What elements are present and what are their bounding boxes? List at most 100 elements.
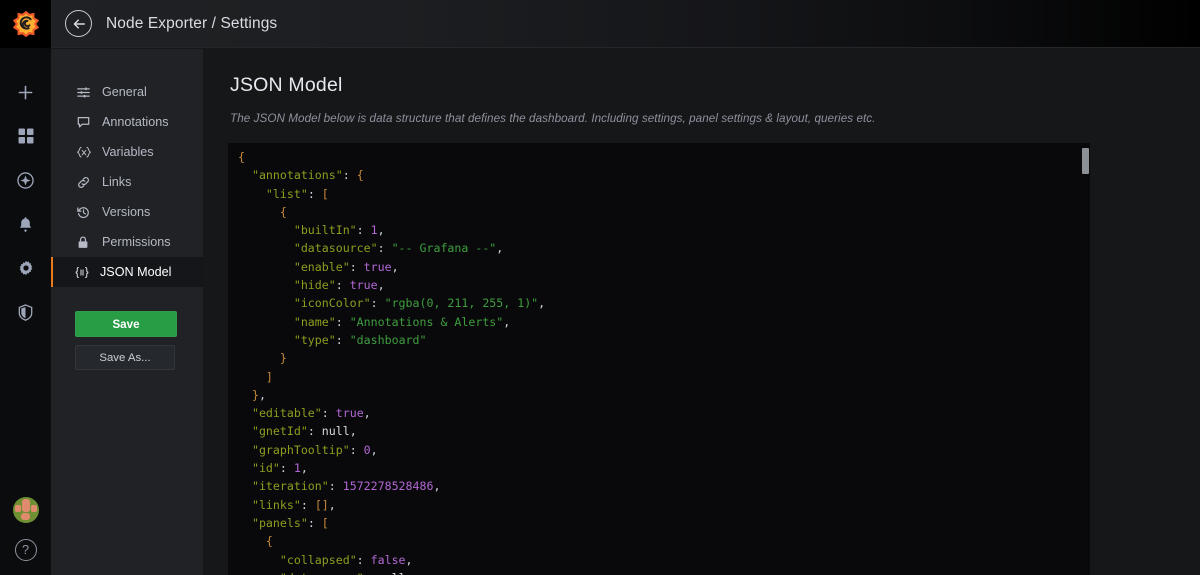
code-line: "datasource": "-- Grafana --", bbox=[238, 239, 545, 257]
code-token: { bbox=[356, 168, 364, 183]
bell-icon bbox=[19, 216, 32, 232]
code-token: "Annotations & Alerts" bbox=[349, 314, 504, 329]
sliders-icon bbox=[77, 86, 94, 99]
code-line: "annotations": { bbox=[238, 166, 545, 184]
code-line: { bbox=[238, 532, 545, 550]
code-token: , bbox=[503, 314, 511, 329]
sidebar-item-json-model[interactable]: JSON Model bbox=[51, 257, 203, 287]
code-token: : bbox=[300, 497, 315, 512]
code-token: [] bbox=[314, 497, 329, 512]
grafana-logo-icon bbox=[12, 10, 39, 38]
code-token: 1 bbox=[370, 223, 378, 238]
nav-explore[interactable] bbox=[0, 162, 51, 198]
code-token: null bbox=[321, 424, 350, 439]
code-token: "-- Grafana --" bbox=[391, 241, 497, 256]
settings-nav-list: General Annotations Variables Links Versions… bbox=[51, 77, 203, 287]
back-button[interactable] bbox=[65, 10, 92, 37]
editor-scrollbar-thumb[interactable] bbox=[1082, 148, 1089, 174]
nav-configuration[interactable] bbox=[0, 250, 51, 286]
code-token: "graphTooltip" bbox=[251, 442, 350, 457]
code-token: [ bbox=[321, 186, 329, 201]
sidebar-item-label: Annotations bbox=[102, 115, 169, 129]
sidebar-item-label: JSON Model bbox=[100, 265, 172, 279]
nav-create[interactable] bbox=[0, 74, 51, 110]
code-line: "graphTooltip": 0, bbox=[238, 441, 545, 459]
code-token: : bbox=[349, 259, 364, 274]
code-token: : bbox=[335, 278, 350, 293]
code-token: "id" bbox=[251, 461, 280, 476]
code-token: } bbox=[279, 351, 287, 366]
link-icon bbox=[77, 176, 94, 189]
save-button[interactable]: Save bbox=[75, 311, 177, 337]
nav-server-admin[interactable] bbox=[0, 294, 51, 330]
code-token: "collapsed" bbox=[279, 552, 357, 567]
sidebar-item-label: Links bbox=[102, 175, 132, 189]
code-token: true bbox=[363, 259, 392, 274]
code-token: , bbox=[328, 497, 336, 512]
code-token: 1572278528486 bbox=[342, 479, 434, 494]
code-token: { bbox=[238, 150, 245, 164]
code-line: "gnetId": null, bbox=[238, 422, 545, 440]
avatar[interactable] bbox=[12, 497, 39, 523]
code-token: : bbox=[364, 571, 378, 575]
code-token: , bbox=[258, 387, 266, 402]
save-as-button[interactable]: Save As... bbox=[75, 345, 175, 370]
sidebar-item-permissions[interactable]: Permissions bbox=[51, 227, 203, 257]
code-token: "type" bbox=[293, 332, 336, 347]
json-model-editor[interactable]: { "annotations": { "list": [ { "builtIn"… bbox=[228, 143, 1090, 575]
code-token: , bbox=[349, 424, 357, 439]
plus-icon bbox=[18, 85, 33, 99]
breadcrumb[interactable]: Node Exporter / Settings bbox=[106, 15, 277, 33]
code-token: "editable" bbox=[251, 406, 322, 421]
code-line: { bbox=[238, 148, 545, 166]
code-token: "datasource" bbox=[280, 571, 364, 575]
code-token: : bbox=[335, 314, 350, 329]
sidebar-item-variables[interactable]: Variables bbox=[51, 137, 203, 167]
nav-alerting[interactable] bbox=[0, 206, 51, 242]
code-token: 0 bbox=[363, 442, 371, 457]
grafana-logo[interactable] bbox=[0, 0, 51, 48]
code-line: "iconColor": "rgba(0, 211, 255, 1)", bbox=[238, 294, 545, 312]
code-token: , bbox=[538, 296, 546, 311]
sidebar-item-label: Versions bbox=[102, 205, 151, 219]
code-token: "gnetId" bbox=[251, 424, 308, 439]
code-line: "iteration": 1572278528486, bbox=[238, 477, 545, 495]
code-token: "dashboard" bbox=[349, 332, 427, 347]
sidebar-item-links[interactable]: Links bbox=[51, 167, 203, 197]
code-token: : bbox=[342, 168, 357, 183]
code-line: "id": 1, bbox=[238, 459, 545, 477]
nav-dashboards[interactable] bbox=[0, 118, 51, 154]
help-icon[interactable]: ? bbox=[14, 539, 37, 561]
code-token: : bbox=[321, 406, 336, 421]
code-token: "hide" bbox=[293, 278, 336, 293]
braces-icon bbox=[75, 266, 92, 279]
main-content: JSON Model The JSON Model below is data … bbox=[203, 49, 1200, 575]
sidebar-item-general[interactable]: General bbox=[51, 77, 203, 107]
variable-icon bbox=[77, 146, 94, 159]
sidebar-actions: Save Save As... bbox=[51, 311, 203, 370]
sidebar-item-annotations[interactable]: Annotations bbox=[51, 107, 203, 137]
code-line: "builtIn": 1, bbox=[238, 221, 545, 239]
code-line: "datasource": null, bbox=[238, 569, 545, 575]
code-token: : bbox=[279, 461, 294, 476]
json-code-text[interactable]: { "annotations": { "list": [ { "builtIn"… bbox=[238, 148, 545, 575]
editor-scrollbar[interactable] bbox=[1079, 143, 1090, 575]
arrow-left-icon bbox=[73, 18, 85, 29]
sidebar-item-versions[interactable]: Versions bbox=[51, 197, 203, 227]
sidebar-item-label: Permissions bbox=[102, 235, 171, 249]
code-token: , bbox=[496, 241, 504, 256]
code-token: "links" bbox=[251, 497, 301, 512]
code-token: : bbox=[377, 241, 392, 256]
